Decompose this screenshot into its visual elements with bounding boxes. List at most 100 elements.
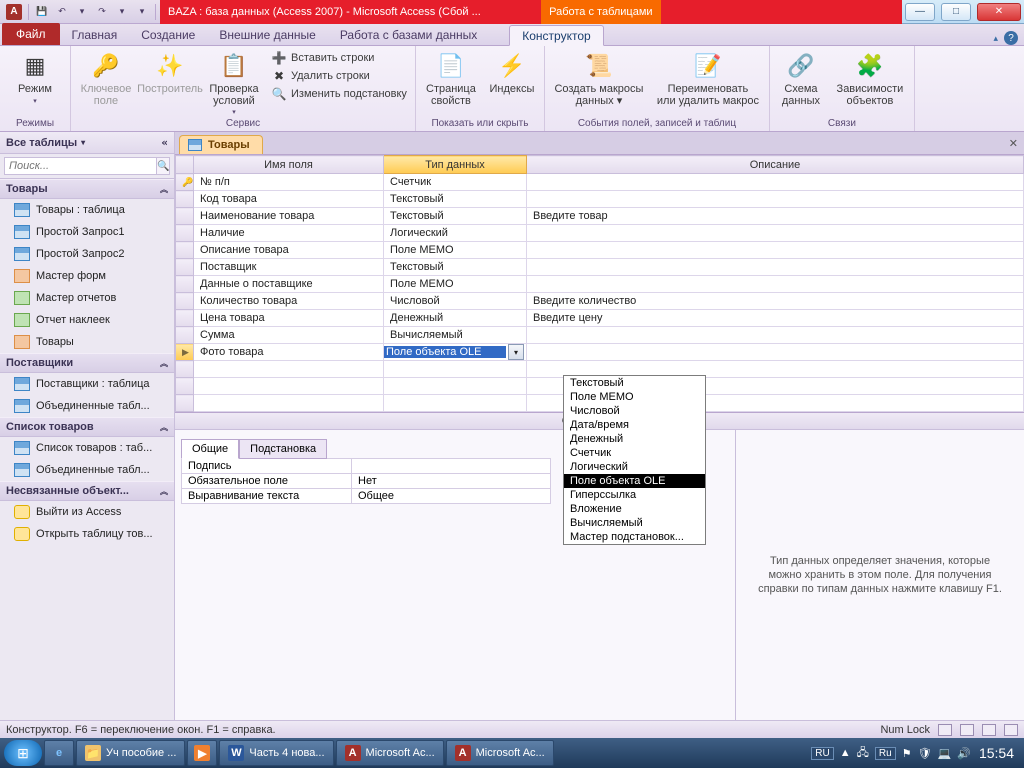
dropdown-item[interactable]: Числовой	[564, 404, 705, 418]
view-design-icon[interactable]	[960, 724, 974, 736]
dropdown-item[interactable]: Вычисляемый	[564, 516, 705, 530]
row-selector[interactable]	[176, 293, 194, 310]
tray-net-icon[interactable]: 🖧	[857, 744, 869, 763]
collapse-nav-icon[interactable]: «	[161, 136, 168, 149]
indexes-button[interactable]: ⚡Индексы	[486, 48, 538, 96]
insert-rows-button[interactable]: ➕Вставить строки	[269, 50, 409, 66]
dropdown-item[interactable]: Дата/время	[564, 418, 705, 432]
maximize-button[interactable]: □	[941, 3, 971, 21]
field-desc-cell[interactable]: Введите товар	[527, 208, 1024, 225]
field-type-cell[interactable]: Текстовый	[384, 191, 527, 208]
dropdown-item[interactable]: Поле МЕМО	[564, 390, 705, 404]
field-type-cell[interactable]: Текстовый	[384, 208, 527, 225]
field-desc-cell[interactable]	[527, 191, 1024, 208]
app-icon[interactable]: A	[6, 4, 22, 20]
help-icon[interactable]: ?	[1004, 31, 1018, 45]
dropdown-item[interactable]: Поле объекта OLE	[564, 474, 705, 488]
nav-group-suppliers[interactable]: Поставщики︽	[0, 353, 174, 373]
validation-button[interactable]: 📋Проверка условий▾	[205, 48, 263, 116]
close-button[interactable]: ✕	[977, 3, 1021, 21]
property-sheet-button[interactable]: 📄Страница свойств	[422, 48, 480, 107]
tab-dbtools[interactable]: Работа с базами данных	[328, 24, 489, 45]
field-name-cell[interactable]: Поставщик	[194, 259, 384, 276]
nav-item[interactable]: Объединенные табл...	[0, 395, 174, 417]
row-selector[interactable]: 🔑	[176, 174, 194, 191]
taskbar-ie[interactable]: e	[44, 740, 74, 766]
dropdown-item[interactable]: Счетчик	[564, 446, 705, 460]
field-type-cell[interactable]: Логический	[384, 225, 527, 242]
tray-kbd-icon[interactable]: Ru	[875, 747, 896, 760]
nav-item[interactable]: Товары : таблица	[0, 199, 174, 221]
nav-group-products[interactable]: Товары︽	[0, 179, 174, 199]
nav-item[interactable]: Товары	[0, 331, 174, 353]
col-fieldname[interactable]: Имя поля	[194, 156, 384, 174]
field-grid[interactable]: Имя поляТип данныхОписание 🔑 № п/п Счетч…	[175, 155, 1024, 412]
datatype-dropdown[interactable]: ТекстовыйПоле МЕМОЧисловойДата/времяДене…	[563, 375, 706, 545]
nav-item[interactable]: Мастер форм	[0, 265, 174, 287]
qat-dd2-icon[interactable]: ▾	[115, 5, 129, 19]
field-name-cell[interactable]: Описание товара	[194, 242, 384, 259]
tray-icon[interactable]: ⚑	[902, 747, 912, 760]
qat-dd-icon[interactable]: ▾	[75, 5, 89, 19]
field-name-cell[interactable]: Цена товара	[194, 310, 384, 327]
col-datatype[interactable]: Тип данных	[384, 156, 527, 174]
field-desc-cell[interactable]	[527, 259, 1024, 276]
field-type-cell[interactable]: Поле объекта OLE▾	[384, 344, 527, 361]
field-desc-cell[interactable]	[527, 327, 1024, 344]
nav-item[interactable]: Поставщики : таблица	[0, 373, 174, 395]
create-macros-button[interactable]: 📜Создать макросы данных ▾	[551, 48, 647, 107]
clock[interactable]: 15:54	[977, 745, 1020, 761]
field-type-cell[interactable]: Вычисляемый	[384, 327, 527, 344]
tab-home[interactable]: Главная	[60, 24, 130, 45]
view-datasheet-icon[interactable]	[938, 724, 952, 736]
nav-group-other[interactable]: Несвязанные объект...︽	[0, 481, 174, 501]
field-desc-cell[interactable]: Введите количество	[527, 293, 1024, 310]
nav-group-list[interactable]: Список товаров︽	[0, 417, 174, 437]
dropdown-item[interactable]: Вложение	[564, 502, 705, 516]
tray-volume-icon[interactable]: 🔊	[957, 747, 971, 760]
field-name-cell[interactable]: № п/п	[194, 174, 384, 191]
tray-icon[interactable]: 🛡	[918, 747, 932, 760]
field-name-cell[interactable]: Данные о поставщике	[194, 276, 384, 293]
props-table[interactable]: Подпись Обязательное полеНет Выравнивани…	[181, 458, 551, 504]
tab-file[interactable]: Файл	[2, 23, 60, 45]
field-desc-cell[interactable]	[527, 242, 1024, 259]
tab-create[interactable]: Создание	[129, 24, 207, 45]
row-selector[interactable]	[176, 310, 194, 327]
field-name-cell[interactable]: Количество товара	[194, 293, 384, 310]
nav-item[interactable]: Простой Запрос2	[0, 243, 174, 265]
tab-design[interactable]: Конструктор	[509, 25, 603, 46]
builder-button[interactable]: ✨Построитель	[141, 48, 199, 96]
nav-item[interactable]: Объединенные табл...	[0, 459, 174, 481]
primary-key-button[interactable]: 🔑Ключевое поле	[77, 48, 135, 107]
field-desc-cell[interactable]	[527, 174, 1024, 191]
start-button[interactable]: ⊞	[4, 740, 42, 766]
field-name-cell[interactable]: Сумма	[194, 327, 384, 344]
field-type-cell[interactable]: Денежный	[384, 310, 527, 327]
modify-lookup-button[interactable]: 🔍Изменить подстановку	[269, 86, 409, 102]
view-sql-icon[interactable]	[982, 724, 996, 736]
field-type-cell[interactable]: Поле МЕМО	[384, 242, 527, 259]
nav-item[interactable]: Простой Запрос1	[0, 221, 174, 243]
field-name-cell[interactable]: Наименование товара	[194, 208, 384, 225]
qat-redo-icon[interactable]: ↷	[95, 5, 109, 19]
field-type-cell[interactable]: Текстовый	[384, 259, 527, 276]
tab-external[interactable]: Внешние данные	[207, 24, 328, 45]
field-type-cell[interactable]: Поле МЕМО	[384, 276, 527, 293]
taskbar-access1[interactable]: AMicrosoft Ac...	[336, 740, 444, 766]
row-selector[interactable]	[176, 327, 194, 344]
row-selector[interactable]	[176, 191, 194, 208]
field-desc-cell[interactable]	[527, 276, 1024, 293]
type-dropdown-button[interactable]: ▾	[508, 344, 524, 360]
nav-item[interactable]: Отчет наклеек	[0, 309, 174, 331]
dropdown-item[interactable]: Денежный	[564, 432, 705, 446]
view-other-icon[interactable]	[1004, 724, 1018, 736]
tray-icon[interactable]: 💻	[938, 747, 952, 760]
row-selector[interactable]	[176, 259, 194, 276]
props-tab-general[interactable]: Общие	[181, 439, 239, 459]
minimize-button[interactable]: —	[905, 3, 935, 21]
nav-item[interactable]: Выйти из Access	[0, 501, 174, 523]
field-type-cell[interactable]: Числовой	[384, 293, 527, 310]
dropdown-item[interactable]: Гиперссылка	[564, 488, 705, 502]
row-selector[interactable]	[176, 276, 194, 293]
